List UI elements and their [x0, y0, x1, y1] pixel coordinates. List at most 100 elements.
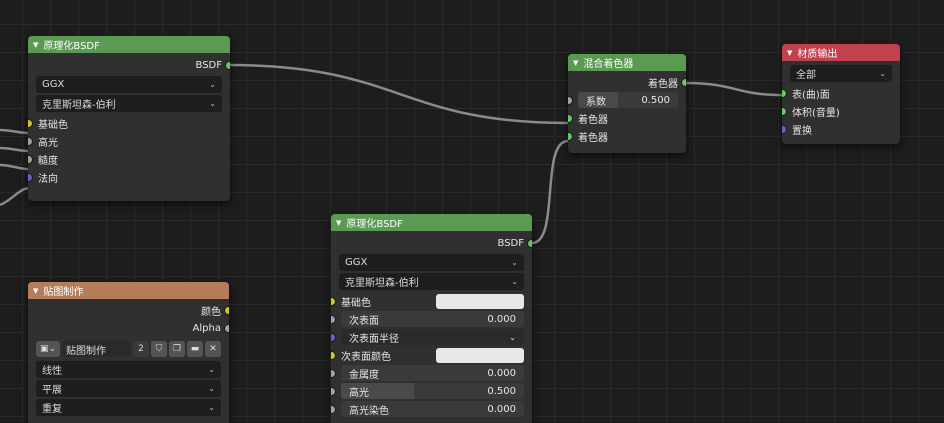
distribution-dropdown[interactable]: GGX ⌄ — [36, 76, 222, 93]
duplicate-icon[interactable]: ❐ — [169, 341, 185, 357]
shader-input-socket[interactable] — [782, 106, 787, 116]
node-header[interactable]: ▼ 混合着色器 — [568, 54, 686, 71]
shader-input-socket[interactable] — [568, 113, 573, 123]
collapse-triangle-icon[interactable]: ▼ — [787, 49, 792, 57]
float-input-socket[interactable] — [28, 136, 33, 146]
color-input-socket[interactable] — [331, 296, 336, 306]
color-output-socket[interactable] — [224, 305, 229, 315]
subsurface-radius-dropdown[interactable]: 次表面半径 ⌄ — [341, 329, 524, 345]
field-value: 0.000 — [487, 313, 516, 325]
input-row-subsurface: 次表面 0.000 — [331, 310, 532, 328]
input-label: 体积(音量) — [792, 107, 840, 119]
image-browse-icon[interactable]: ▣⌄ — [36, 341, 60, 357]
node-header[interactable]: ▼ 原理化BSDF — [28, 36, 230, 53]
node-title: 原理化BSDF — [43, 41, 100, 52]
target-dropdown[interactable]: 全部 ⌄ — [790, 65, 892, 82]
input-label: 法向 — [38, 173, 58, 185]
input-row-roughness: 糙度 — [28, 150, 230, 168]
output-label: 着色器 — [648, 78, 678, 90]
float-output-socket[interactable] — [224, 323, 229, 333]
chevron-down-icon: ⌄ — [511, 258, 518, 267]
output-label: BSDF — [195, 59, 222, 71]
color-input-socket[interactable] — [28, 118, 33, 128]
output-row-alpha: Alpha — [28, 319, 229, 337]
output-socket-row: BSDF — [28, 56, 230, 74]
close-icon[interactable]: ✕ — [205, 341, 221, 357]
float-input-socket[interactable] — [568, 95, 573, 105]
chevron-down-icon: ⌄ — [208, 384, 215, 393]
link-mix-to-output — [685, 81, 783, 97]
output-socket-row: BSDF — [331, 234, 532, 252]
vector-input-socket[interactable] — [331, 332, 336, 342]
input-label: 高光 — [38, 137, 58, 149]
distribution-dropdown[interactable]: GGX ⌄ — [339, 254, 524, 271]
input-label: 着色器 — [578, 132, 608, 144]
factor-field[interactable]: 系数 0.500 — [578, 92, 678, 108]
metallic-field[interactable]: 金属度 0.000 — [341, 365, 524, 381]
link-bsdf-b-to-mix — [531, 139, 569, 245]
shader-input-socket[interactable] — [568, 131, 573, 141]
shader-output-socket[interactable] — [681, 77, 686, 87]
vector-input-socket[interactable] — [782, 124, 787, 134]
target-value: 全部 — [796, 70, 816, 81]
specular-field[interactable]: 高光 0.500 — [341, 383, 524, 399]
subsurface-field[interactable]: 次表面 0.000 — [341, 311, 524, 327]
projection-value: 平展 — [42, 385, 62, 396]
collapse-triangle-icon[interactable]: ▼ — [573, 59, 578, 67]
input-row-subsurface-color: 次表面颜色 — [331, 346, 532, 364]
collapse-triangle-icon[interactable]: ▼ — [33, 41, 38, 49]
input-label: 表(曲)面 — [792, 89, 830, 101]
image-datablock-toolbar: ▣⌄ 贴图制作 2 ⛉ ❐ ▬ ✕ — [36, 340, 221, 358]
node-header[interactable]: ▼ 材质输出 — [782, 44, 900, 61]
float-input-socket[interactable] — [28, 154, 33, 164]
float-input-socket[interactable] — [331, 386, 336, 396]
shader-input-socket[interactable] — [782, 88, 787, 98]
float-input-socket[interactable] — [331, 404, 336, 414]
link-left-3 — [0, 163, 29, 171]
subsurface-method-value: 克里斯坦森-伯利 — [42, 100, 116, 111]
projection-dropdown[interactable]: 平展 ⌄ — [36, 380, 221, 397]
collapse-triangle-icon[interactable]: ▼ — [33, 287, 38, 295]
input-label: 置换 — [792, 125, 812, 137]
interpolation-dropdown[interactable]: 线性 ⌄ — [36, 361, 221, 378]
extension-dropdown[interactable]: 重复 ⌄ — [36, 399, 221, 416]
vector-input-socket[interactable] — [28, 172, 33, 182]
subsurface-method-dropdown[interactable]: 克里斯坦森-伯利 ⌄ — [339, 273, 524, 290]
fake-user-shield-icon[interactable]: ⛉ — [151, 341, 167, 357]
image-texture-node[interactable]: ▼ 贴图制作 颜色 Alpha ▣⌄ 贴图制作 2 ⛉ ❐ ▬ ✕ 线性 ⌄ 平… — [28, 282, 229, 423]
distribution-value: GGX — [42, 79, 65, 90]
chevron-down-icon: ⌄ — [879, 69, 886, 78]
image-users-count[interactable]: 2 — [133, 341, 149, 357]
image-name-field[interactable]: 贴图制作 — [62, 341, 131, 357]
chevron-down-icon: ⌄ — [208, 365, 215, 374]
float-input-socket[interactable] — [331, 368, 336, 378]
field-label: 金属度 — [349, 369, 379, 381]
collapse-triangle-icon[interactable]: ▼ — [336, 219, 341, 227]
base-color-swatch[interactable] — [436, 293, 524, 309]
principled-bsdf-node-a[interactable]: ▼ 原理化BSDF BSDF GGX ⌄ 克里斯坦森-伯利 ⌄ 基础色 高光 糙… — [28, 36, 230, 201]
shader-output-socket[interactable] — [225, 60, 230, 70]
factor-label: 系数 — [586, 96, 606, 108]
output-label: BSDF — [497, 237, 524, 249]
shader-output-socket[interactable] — [527, 238, 532, 248]
color-input-socket[interactable] — [331, 350, 336, 360]
open-folder-icon[interactable]: ▬ — [187, 341, 203, 357]
material-output-node[interactable]: ▼ 材质输出 全部 ⌄ 表(曲)面 体积(音量) 置换 — [782, 44, 900, 144]
image-name: 贴图制作 — [66, 345, 106, 357]
node-header[interactable]: ▼ 贴图制作 — [28, 282, 229, 299]
subsurface-color-swatch[interactable] — [436, 347, 524, 363]
principled-bsdf-node-b[interactable]: ▼ 原理化BSDF BSDF GGX ⌄ 克里斯坦森-伯利 ⌄ 基础色 次表面 … — [331, 214, 532, 423]
specular-tint-field[interactable]: 高光染色 0.000 — [341, 401, 524, 417]
field-label: 次表面半径 — [349, 333, 399, 345]
link-left-1 — [0, 128, 29, 135]
input-row-subsurface-radius: 次表面半径 ⌄ — [331, 328, 532, 346]
input-row-volume: 体积(音量) — [782, 102, 900, 120]
node-header[interactable]: ▼ 原理化BSDF — [331, 214, 532, 231]
float-input-socket[interactable] — [331, 314, 336, 324]
output-label: 颜色 — [201, 306, 221, 318]
mix-shader-node[interactable]: ▼ 混合着色器 着色器 系数 0.500 着色器 着色器 — [568, 54, 686, 153]
subsurface-method-dropdown[interactable]: 克里斯坦森-伯利 ⌄ — [36, 95, 222, 112]
input-label: 次表面颜色 — [341, 351, 391, 363]
field-label: 高光 — [349, 387, 369, 399]
field-label: 高光染色 — [349, 405, 389, 417]
